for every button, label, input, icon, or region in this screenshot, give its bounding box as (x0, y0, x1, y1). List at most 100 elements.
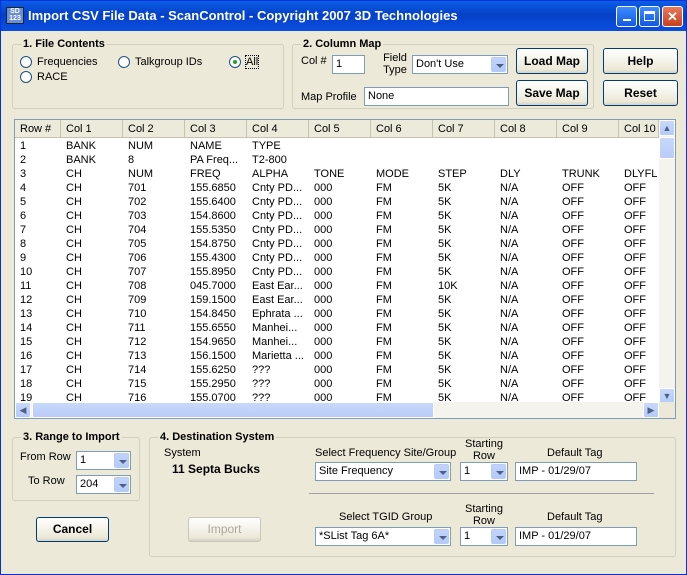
chevron-down-icon[interactable] (491, 57, 506, 72)
to-row-select[interactable]: 204 (76, 475, 131, 494)
table-row[interactable]: 4 CH 701 155.6850 Cnty PD... 000 FM 5K N/A OFF OFF (15, 181, 659, 195)
table-cell: East Ear... (252, 280, 303, 292)
maximize-icon (644, 11, 655, 21)
table-cell: OFF (624, 336, 646, 348)
close-button[interactable]: ✕ (662, 6, 683, 27)
table-row[interactable]: 12 CH 709 159.1500 East Ear... 000 FM 5K N/A OFF O… (15, 293, 659, 307)
reset-button[interactable]: Reset (603, 80, 678, 106)
table-row[interactable]: 3 CH NUM FREQ ALPHA TONE MODE STEP DLY TRUNK DLYFL (15, 167, 659, 181)
radio-race-label[interactable]: RACE (37, 71, 68, 83)
table-cell: PA Freq... (190, 154, 239, 166)
table-cell: N/A (500, 196, 519, 208)
from-row-select[interactable]: 1 (76, 451, 131, 470)
chevron-down-icon[interactable] (114, 453, 129, 468)
column-header[interactable]: Row # (15, 120, 61, 138)
table-cell: 3 (20, 168, 27, 180)
table-row[interactable]: 7 CH 704 155.5350 Cnty PD... 000 FM 5K N/A OFF OFF (15, 223, 659, 237)
table-cell: BANK (66, 154, 96, 166)
field-type-select[interactable]: Don't Use (412, 55, 508, 74)
title-bar[interactable]: SD 123 Import CSV File Data - ScanContro… (1, 1, 686, 31)
freq-group-label: Select Frequency Site/Group (315, 447, 457, 459)
column-header[interactable]: Col 3 (185, 120, 247, 138)
column-header[interactable]: Col 6 (371, 120, 433, 138)
freq-starting-row-select[interactable]: 1 (460, 462, 508, 481)
chevron-down-icon[interactable] (491, 464, 506, 479)
minimize-button[interactable] (616, 6, 637, 27)
table-row[interactable]: 9 CH 706 155.4300 Cnty PD... 000 FM 5K N/A OFF OFF (15, 251, 659, 265)
table-cell: 705 (128, 238, 147, 250)
load-map-button[interactable]: Load Map (516, 48, 588, 74)
chevron-down-icon[interactable] (434, 529, 449, 544)
save-map-button[interactable]: Save Map (516, 80, 588, 106)
column-header[interactable]: Col 9 (557, 120, 619, 138)
table-cell: TONE (314, 168, 345, 180)
chevron-down-icon[interactable] (491, 529, 506, 544)
column-header[interactable]: Col 1 (61, 120, 123, 138)
radio-race[interactable] (20, 71, 32, 83)
tgid-default-tag-label: Default Tag (547, 511, 603, 523)
radio-frequencies-label[interactable]: Frequencies (37, 56, 98, 68)
radio-all[interactable] (229, 56, 241, 68)
cancel-button[interactable]: Cancel (36, 517, 109, 542)
maximize-button[interactable] (639, 6, 660, 27)
col-number-input[interactable]: 1 (332, 55, 365, 74)
tgid-default-tag-input[interactable]: IMP - 01/29/07 (515, 527, 637, 546)
column-header[interactable]: Col 8 (495, 120, 557, 138)
column-header[interactable]: Col 7 (433, 120, 495, 138)
map-profile-input[interactable]: None (364, 87, 509, 106)
horizontal-scrollbar[interactable]: ◀ ▶ (15, 402, 659, 418)
table-row[interactable]: 5 CH 702 155.6400 Cnty PD... 000 FM 5K N/A OFF OFF (15, 195, 659, 209)
table-row[interactable]: 11 CH 708 045.7000 East Ear... 000 FM 10K N/A OFF… (15, 279, 659, 293)
table-cell: 13 (20, 308, 33, 320)
table-cell: FM (376, 210, 392, 222)
column-header[interactable]: Col 2 (123, 120, 185, 138)
vertical-scrollbar[interactable]: ▲ ▼ (659, 120, 675, 404)
radio-talkgroup-ids-label[interactable]: Talkgroup IDs (135, 56, 202, 68)
table-cell: FM (376, 322, 392, 334)
scroll-left-icon[interactable]: ◀ (15, 402, 31, 418)
table-cell: N/A (500, 350, 519, 362)
scroll-up-icon[interactable]: ▲ (659, 120, 675, 136)
column-header[interactable]: Col 10 (619, 120, 659, 138)
table-row[interactable]: 1 BANK NUM NAME TYPE (15, 139, 659, 153)
table-cell: Cnty PD... (252, 238, 303, 250)
table-cell: Cnty PD... (252, 210, 303, 222)
table-cell: OFF (562, 336, 584, 348)
table-cell: N/A (500, 280, 519, 292)
table-row[interactable]: 13 CH 710 154.8450 Ephrata ... 000 FM 5K N/A OFF O… (15, 307, 659, 321)
radio-talkgroup-ids[interactable] (118, 56, 130, 68)
table-row[interactable]: 18 CH 715 155.2950??? 000 FM 5K N/A OFF OFF (15, 377, 659, 391)
table-row[interactable]: 15 CH 712 154.9650 Manhei... 000 FM 5K N/A OFF OFF (15, 335, 659, 349)
tgid-starting-row-select[interactable]: 1 (460, 527, 508, 546)
field-type-label: Field Type (383, 52, 407, 76)
csv-data-grid[interactable]: Row # Col 1 Col 2 Col 3 Col 4 Col 5 Col 6 Col 7… (14, 119, 676, 419)
app-icon: SD 123 (6, 7, 24, 24)
horizontal-scroll-thumb[interactable] (32, 402, 434, 418)
table-cell: STEP (438, 168, 467, 180)
table-row[interactable]: 6 CH 703 154.8600 Cnty PD... 000 FM 5K N/A OFF OFF (15, 209, 659, 223)
table-cell: 000 (314, 196, 333, 208)
help-button[interactable]: Help (603, 48, 678, 74)
freq-default-tag-label: Default Tag (547, 447, 603, 459)
table-row[interactable]: 17 CH 714 155.6250??? 000 FM 5K N/A OFF OFF (15, 363, 659, 377)
table-row[interactable]: 2 BANK 8 PA Freq... T2-800 (15, 153, 659, 167)
radio-frequencies[interactable] (20, 56, 32, 68)
vertical-scroll-thumb[interactable] (659, 137, 675, 159)
table-cell: Manhei... (252, 322, 298, 334)
chevron-down-icon[interactable] (434, 464, 449, 479)
table-row[interactable]: 14 CH 711 155.6550 Manhei... 000 FM 5K N/A OFF OFF (15, 321, 659, 335)
scroll-right-icon[interactable]: ▶ (643, 402, 659, 418)
freq-default-tag-input[interactable]: IMP - 01/29/07 (515, 462, 637, 481)
radio-all-label[interactable]: All (244, 55, 260, 69)
table-row[interactable]: 16 CH 713 156.1500 Marietta ... 000 FM 5K N/A OFF… (15, 349, 659, 363)
chevron-down-icon[interactable] (114, 477, 129, 492)
table-cell: OFF (624, 224, 646, 236)
table-cell: 000 (314, 336, 333, 348)
table-row[interactable]: 8 CH 705 154.8750 Cnty PD... 000 FM 5K N/A OFF OFF (15, 237, 659, 251)
column-header[interactable]: Col 5 (309, 120, 371, 138)
column-header[interactable]: Col 4 (247, 120, 309, 138)
table-row[interactable]: 10 CH 707 155.8950 Cnty PD... 000 FM 5K N/A OFF OF… (15, 265, 659, 279)
import-button[interactable]: Import (188, 517, 261, 542)
tgid-group-select[interactable]: *SList Tag 6A* (315, 527, 451, 546)
freq-group-select[interactable]: Site Frequency (315, 462, 451, 481)
